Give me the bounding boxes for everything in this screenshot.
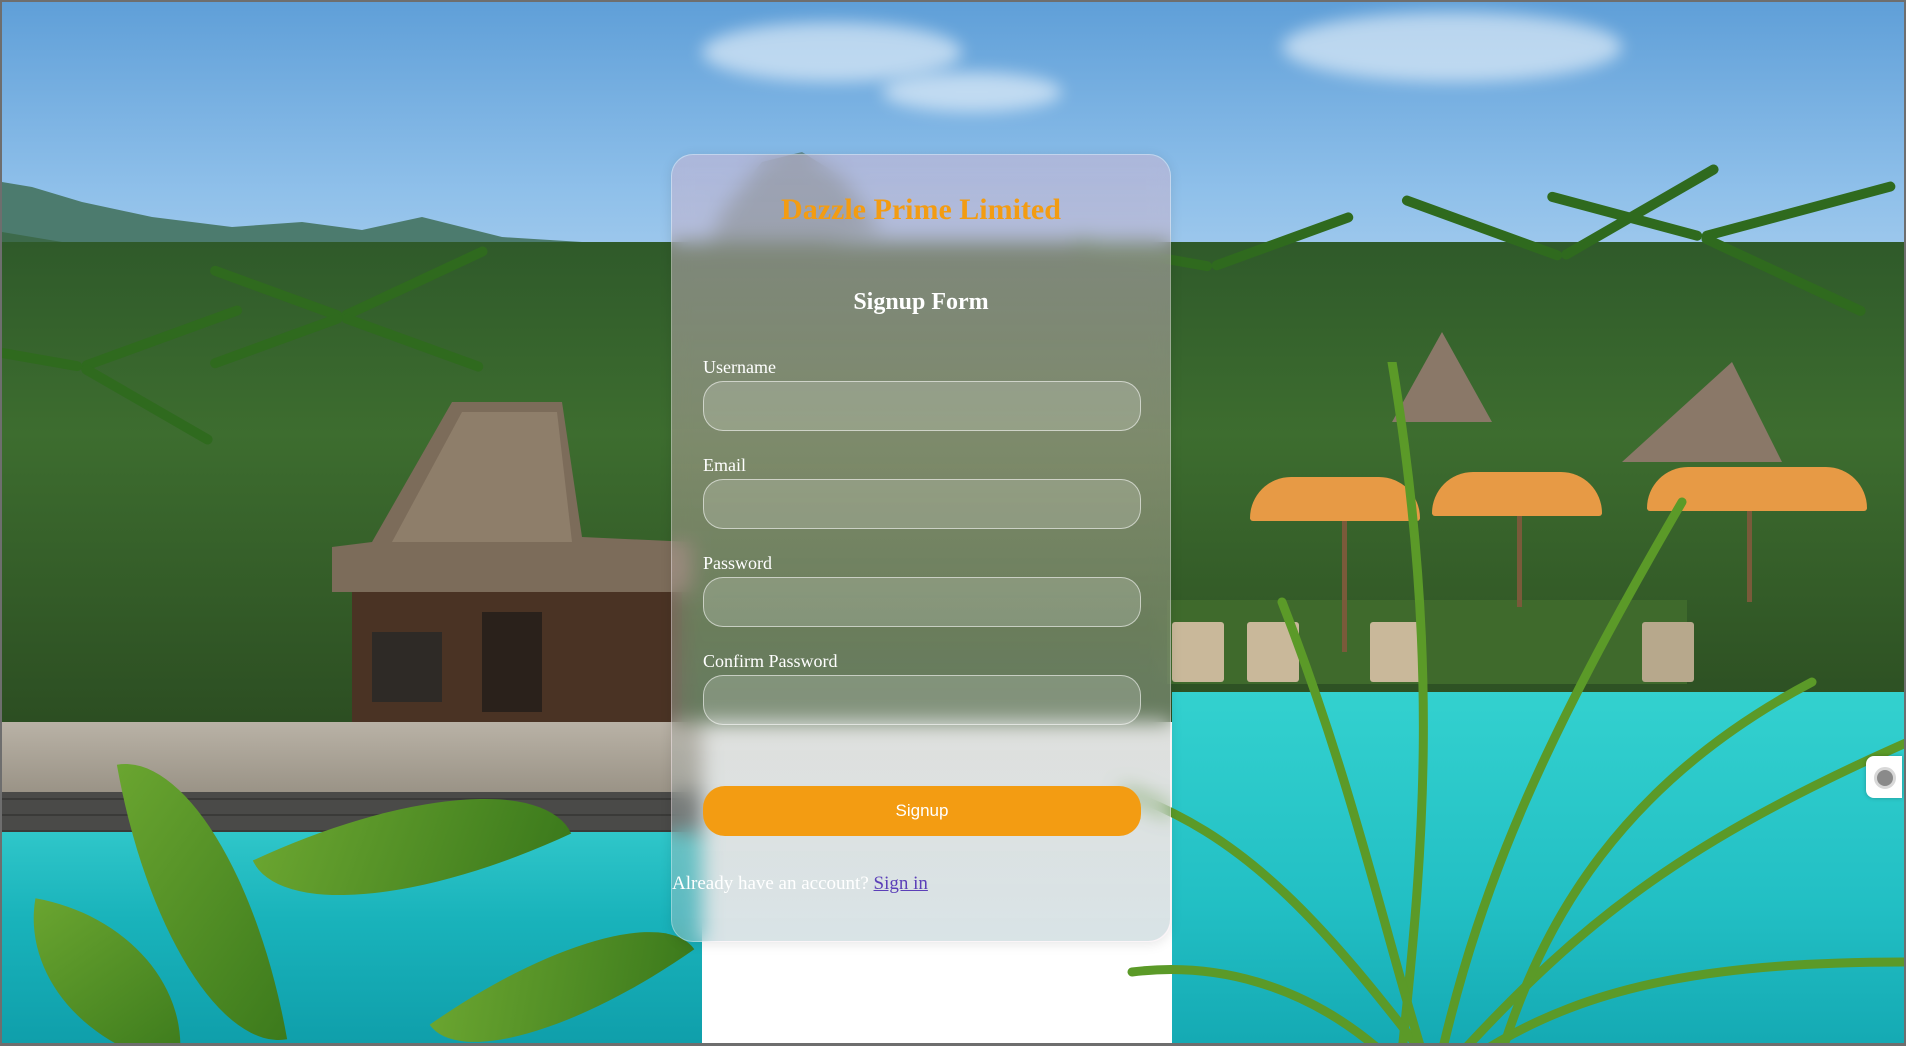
floating-handle[interactable]	[1866, 756, 1902, 798]
signin-prompt-text: Already have an account?	[672, 873, 874, 894]
username-label: Username	[703, 357, 776, 377]
floating-handle-icon	[1874, 767, 1896, 789]
signin-prompt: Already have an account? Sign in	[672, 873, 928, 895]
confirm-password-label: Confirm Password	[703, 651, 838, 671]
confirm-password-input[interactable]	[703, 675, 1141, 725]
password-input[interactable]	[703, 577, 1141, 627]
signin-link[interactable]: Sign in	[874, 873, 928, 894]
signup-card: Dazzle Prime Limited Signup Form Usernam…	[671, 154, 1171, 942]
email-input[interactable]	[703, 479, 1141, 529]
password-label: Password	[703, 553, 773, 573]
browser-viewport: Dazzle Prime Limited Signup Form Usernam…	[0, 0, 1906, 1046]
username-input[interactable]	[703, 381, 1141, 431]
form-title: Signup Form	[853, 289, 989, 315]
brand-title: Dazzle Prime Limited	[781, 193, 1061, 226]
signup-button[interactable]: Signup	[703, 786, 1141, 836]
email-label: Email	[703, 455, 746, 475]
